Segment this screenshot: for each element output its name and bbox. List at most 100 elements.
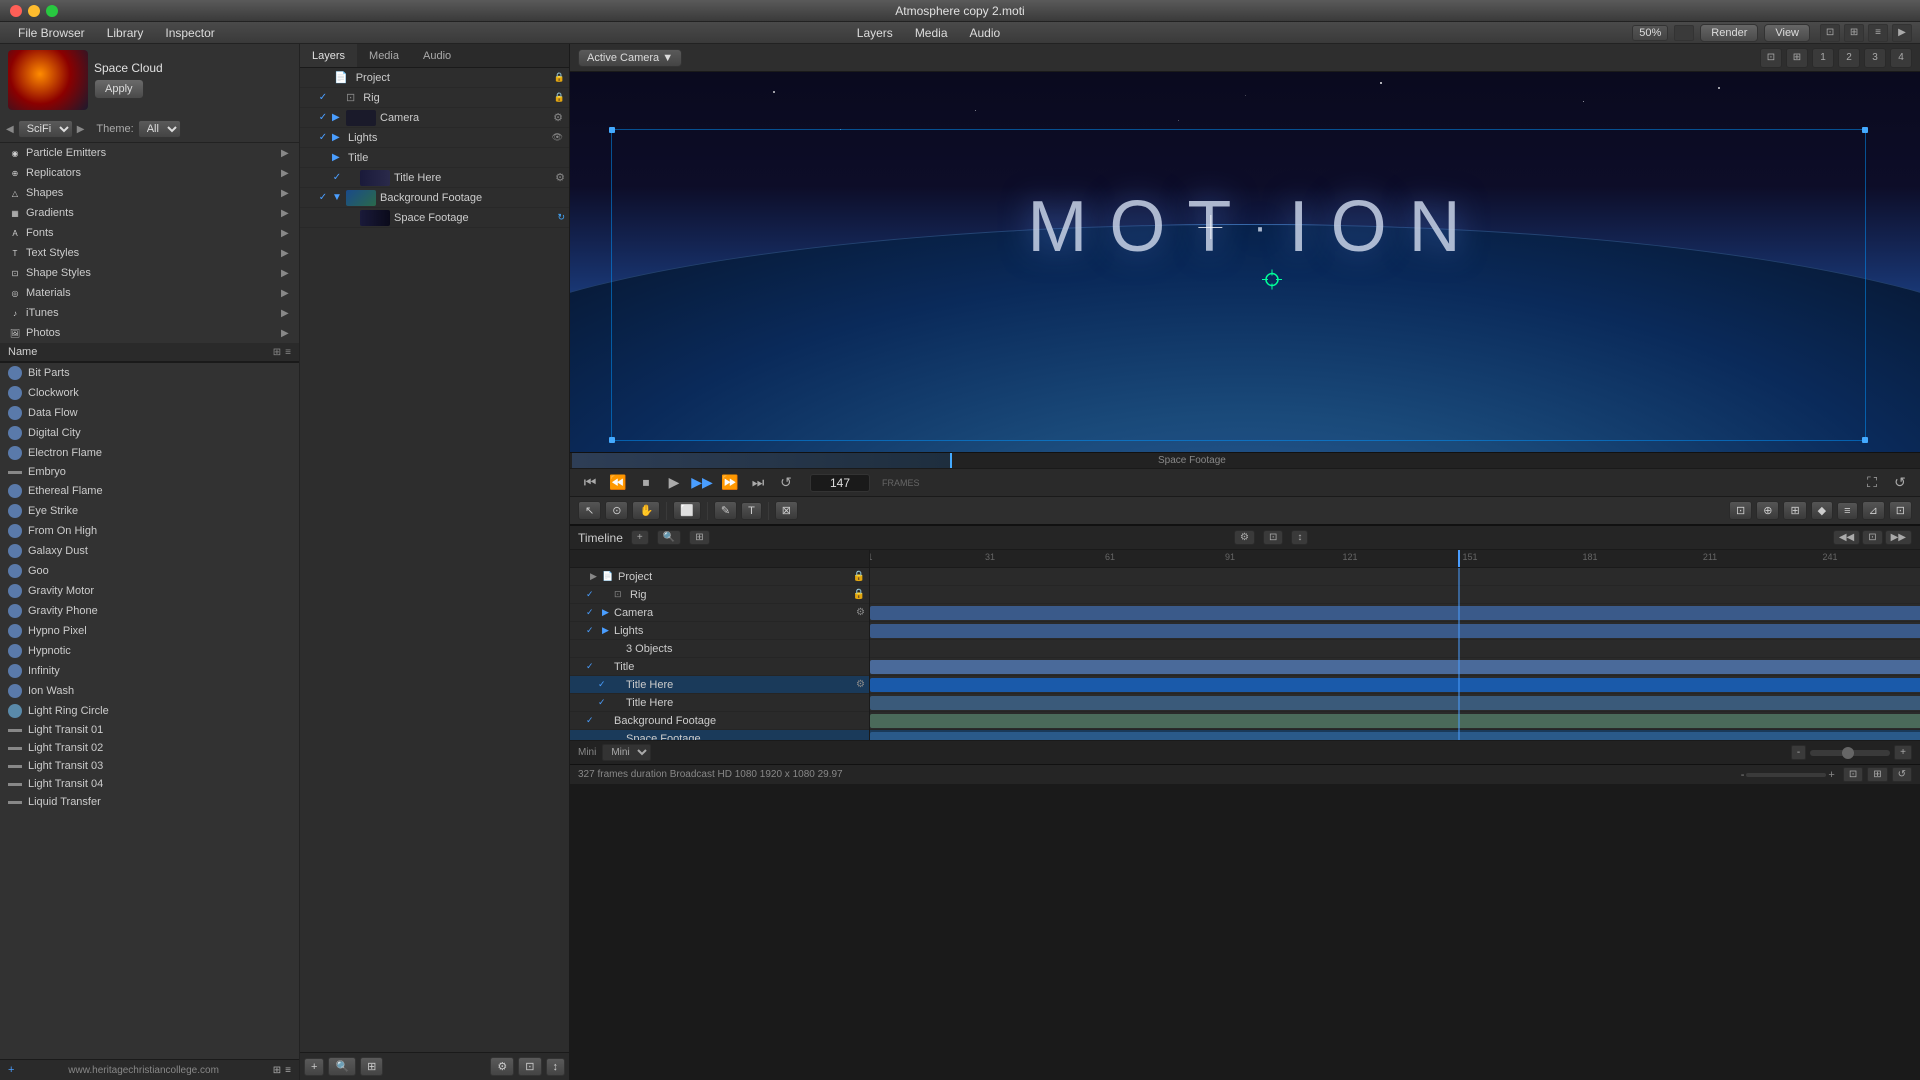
nav-item-text-styles[interactable]: T Text Styles ▶: [0, 243, 299, 263]
tl-row-title-here-1[interactable]: ✓ Title Here ⚙: [570, 676, 869, 694]
search-layer-button[interactable]: 🔍: [328, 1057, 356, 1076]
tl-row-lights[interactable]: ✓ ▶ Lights: [570, 622, 869, 640]
mini-dropdown[interactable]: Mini: [602, 744, 651, 761]
status-btn-2[interactable]: ⊞: [1867, 767, 1887, 782]
list-item[interactable]: Clockwork: [0, 383, 299, 403]
list-item-light-transit-01[interactable]: Light Transit 01: [0, 721, 299, 739]
panel-options-button[interactable]: ⊡: [518, 1057, 541, 1076]
theme-dropdown[interactable]: All: [138, 120, 181, 138]
timeline-add-button[interactable]: +: [631, 530, 649, 545]
layer-lights[interactable]: ✓ ▶ Lights 👁: [300, 128, 569, 148]
tab-audio[interactable]: Audio: [411, 44, 463, 67]
stop-button[interactable]: ⏹: [634, 471, 658, 495]
camera-selector[interactable]: Active Camera ▼: [578, 49, 682, 67]
status-btn-1[interactable]: ⊡: [1843, 767, 1863, 782]
tl-zoom-handle[interactable]: [1842, 747, 1854, 759]
toolbar-btn-2[interactable]: ⊞: [1844, 24, 1864, 42]
tl-row-project[interactable]: ▶ 📄 Project 🔒: [570, 568, 869, 586]
list-item[interactable]: Eye Strike: [0, 501, 299, 521]
track-title[interactable]: [870, 658, 1920, 676]
cat-next-arrow[interactable]: ▶: [77, 124, 85, 135]
track-camera[interactable]: [870, 604, 1920, 622]
tl-nav-2[interactable]: ⊡: [1862, 530, 1882, 545]
list-item-infinity[interactable]: Infinity: [0, 661, 299, 681]
cat-prev-arrow[interactable]: ◀: [6, 124, 14, 135]
pen-tool[interactable]: ✎: [714, 501, 737, 520]
fast-forward-button[interactable]: ⏩: [718, 471, 742, 495]
collapse-button[interactable]: ↕: [546, 1058, 566, 1076]
apply-button[interactable]: Apply: [94, 79, 144, 99]
pan-tool[interactable]: ✋: [632, 501, 660, 520]
list-item-gravity-phone[interactable]: Gravity Phone: [0, 601, 299, 621]
window-controls[interactable]: [10, 5, 58, 17]
nav-item-replicators[interactable]: ⊕ Replicators ▶: [0, 163, 299, 183]
tab-layers[interactable]: Layers: [300, 44, 357, 67]
scrubber-bar[interactable]: Space Footage: [570, 452, 1920, 468]
list-item-ion-wash[interactable]: Ion Wash: [0, 681, 299, 701]
preview-tool-2[interactable]: 2: [1838, 48, 1860, 68]
preview-tool-frame[interactable]: ⊡: [1760, 48, 1782, 68]
nav-item-shapes[interactable]: △ Shapes ▶: [0, 183, 299, 203]
mask-tool[interactable]: ⊠: [775, 501, 798, 520]
play-all-button[interactable]: ▶▶: [690, 471, 714, 495]
track-space-footage[interactable]: [870, 730, 1920, 740]
track-lights[interactable]: [870, 622, 1920, 640]
gear-icon[interactable]: ⚙: [553, 111, 563, 124]
zoom-out-status[interactable]: -: [1741, 769, 1745, 781]
layer-rig[interactable]: ✓ ⊡ Rig 🔒: [300, 88, 569, 108]
add-layer-button[interactable]: +: [304, 1058, 324, 1076]
settings-button[interactable]: ⚙: [490, 1057, 514, 1076]
tl-row-rig[interactable]: ✓ ⊡ Rig 🔒: [570, 586, 869, 604]
tl-row-space-footage[interactable]: Space Footage: [570, 730, 869, 740]
timeline-search-button[interactable]: 🔍: [657, 530, 681, 545]
list-item[interactable]: Ethereal Flame: [0, 481, 299, 501]
list-item-light-ring-circle[interactable]: Light Ring Circle: [0, 701, 299, 721]
nav-item-materials[interactable]: ◎ Materials ▶: [0, 283, 299, 303]
gear-icon[interactable]: ⚙: [555, 171, 565, 184]
list-item[interactable]: Gravity Motor: [0, 581, 299, 601]
list-item-light-transit-04[interactable]: Light Transit 04: [0, 775, 299, 793]
pivot-point[interactable]: [1262, 270, 1282, 293]
category-dropdown[interactable]: SciFi: [18, 120, 73, 138]
timeline-settings-button[interactable]: ⚙: [1234, 530, 1255, 545]
render-button[interactable]: Render: [1700, 24, 1758, 42]
list-item-light-transit-02[interactable]: Light Transit 02: [0, 739, 299, 757]
layer-space-footage[interactable]: Space Footage ↻: [300, 208, 569, 228]
list-item[interactable]: Digital City: [0, 423, 299, 443]
keyframe-button[interactable]: ◆: [1811, 501, 1833, 520]
menu-audio[interactable]: Audio: [960, 22, 1011, 43]
list-view-btn[interactable]: ≡: [285, 347, 291, 358]
toolbar-btn-1[interactable]: ⊡: [1820, 24, 1840, 42]
gear-icon[interactable]: ⚙: [856, 607, 865, 618]
preview-tool-3[interactable]: 3: [1864, 48, 1886, 68]
list-item[interactable]: Hypnotic: [0, 641, 299, 661]
list-toggle[interactable]: ≡: [285, 1065, 291, 1076]
param-button[interactable]: ≡: [1837, 502, 1857, 520]
list-item[interactable]: Data Flow: [0, 403, 299, 423]
expand-button[interactable]: ⊡: [1889, 501, 1912, 520]
menu-media[interactable]: Media: [905, 22, 958, 43]
layer-title[interactable]: ▶ Title: [300, 148, 569, 168]
nav-item-particle-emitters[interactable]: ◉ Particle Emitters ▶: [0, 143, 299, 163]
layer-camera[interactable]: ✓ ▶ Camera ⚙: [300, 108, 569, 128]
loop-button[interactable]: ↺: [774, 471, 798, 495]
track-bg-footage[interactable]: [870, 712, 1920, 730]
zoom-slider-status[interactable]: [1746, 773, 1826, 777]
list-item[interactable]: Embryo: [0, 463, 299, 481]
tl-row-camera[interactable]: ✓ ▶ Camera ⚙: [570, 604, 869, 622]
zoom-in-status[interactable]: +: [1828, 769, 1834, 781]
nav-item-shape-styles[interactable]: ⊡ Shape Styles ▶: [0, 263, 299, 283]
audio-button[interactable]: ↺: [1888, 471, 1912, 495]
tl-row-title[interactable]: ✓ Title: [570, 658, 869, 676]
tl-zoom-slider[interactable]: [1810, 750, 1890, 756]
snap-button[interactable]: ⊡: [1729, 501, 1752, 520]
layer-background-footage[interactable]: ✓ ▼ Background Footage: [300, 188, 569, 208]
toolbar-btn-3[interactable]: ≡: [1868, 24, 1888, 42]
menu-inspector[interactable]: Inspector: [155, 22, 224, 43]
tl-nav-3[interactable]: ▶▶: [1885, 530, 1912, 545]
tl-nav-1[interactable]: ◀◀: [1833, 530, 1860, 545]
nav-item-gradients[interactable]: ▦ Gradients ▶: [0, 203, 299, 223]
nav-item-photos[interactable]: 🖼 Photos ▶: [0, 323, 299, 343]
nav-item-itunes[interactable]: ♪ iTunes ▶: [0, 303, 299, 323]
track-title-here-2[interactable]: [870, 694, 1920, 712]
